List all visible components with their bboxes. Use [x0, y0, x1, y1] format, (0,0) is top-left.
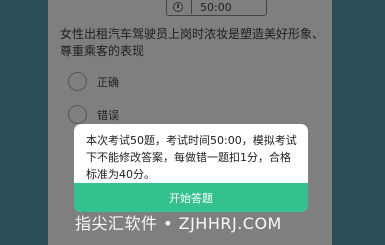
- option-label: 正确: [97, 75, 119, 89]
- watermark: 指尖汇软件 • ZJHHRJ.COM: [75, 214, 282, 233]
- option-correct[interactable]: 正确: [68, 72, 119, 91]
- timer-display: 50:00: [166, 0, 267, 16]
- radio-circle-icon[interactable]: [68, 105, 87, 124]
- exam-info-dialog: 本次考试50题，考试时间50:00，模拟考试下不能修改答案，每做错一题扣1分，合…: [74, 124, 308, 212]
- right-backdrop: [332, 0, 385, 245]
- clock-icon: [173, 2, 183, 12]
- question-text: 女性出租汽车驾驶员上岗时浓妆是塑造美好形象、尊重乘客的表现: [60, 27, 325, 58]
- dialog-message: 本次考试50题，考试时间50:00，模拟考试下不能修改答案，每做错一题扣1分，合…: [86, 134, 297, 181]
- option-label: 错误: [97, 108, 119, 122]
- option-wrong[interactable]: 错误: [68, 105, 119, 124]
- timer-value: 50:00: [200, 0, 232, 14]
- timer-divider: [191, 0, 192, 14]
- radio-circle-icon[interactable]: [68, 72, 87, 91]
- left-backdrop: [0, 0, 48, 245]
- exam-screen: 50:00 女性出租汽车驾驶员上岗时浓妆是塑造美好形象、尊重乘客的表现 正确 错…: [48, 0, 332, 245]
- start-exam-button[interactable]: 开始答题: [74, 183, 308, 212]
